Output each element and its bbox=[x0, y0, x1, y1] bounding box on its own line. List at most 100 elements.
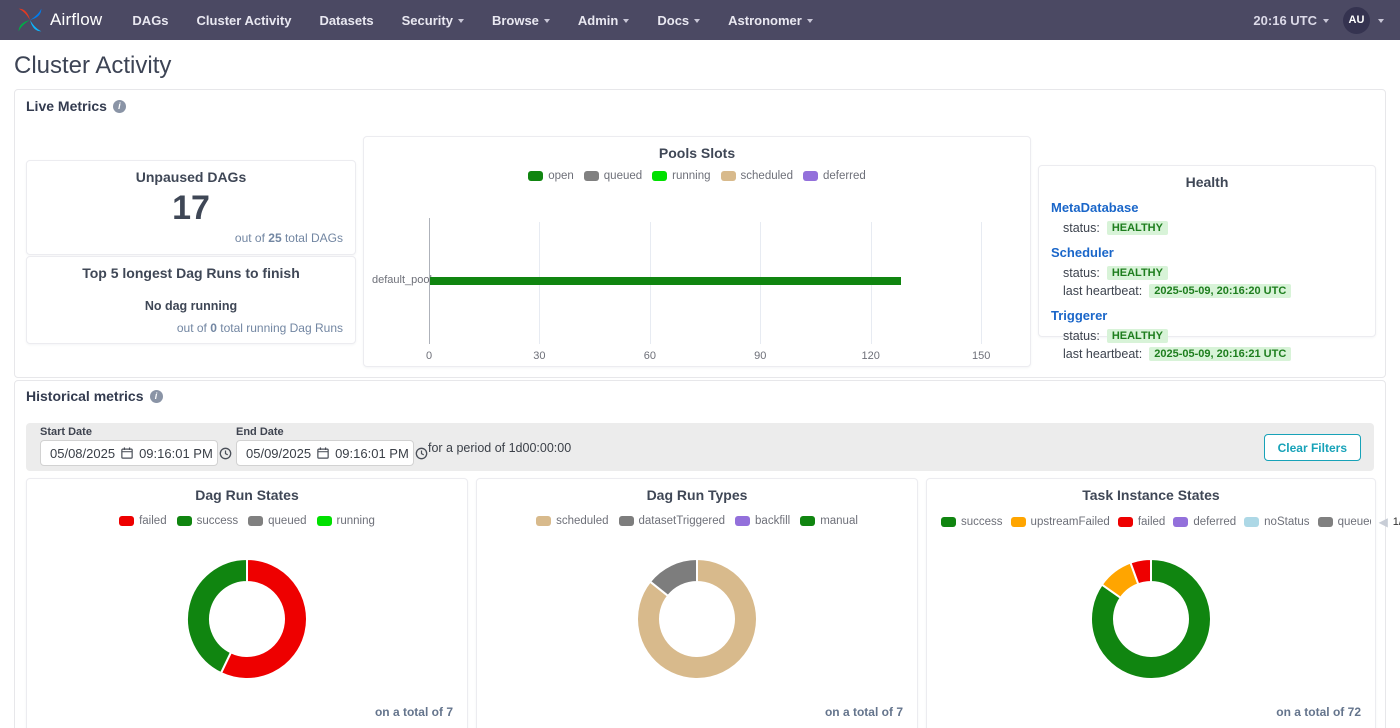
start-date-value: 05/08/2025 bbox=[50, 446, 115, 461]
health-list: MetaDatabase status: HEALTHY Scheduler statu… bbox=[1039, 199, 1375, 361]
legend-label: scheduled bbox=[741, 170, 793, 182]
legend-item-queued[interactable]: queued bbox=[1318, 516, 1371, 528]
no-dag-running-message: No dag running bbox=[27, 299, 355, 313]
legend-item-open[interactable]: open bbox=[528, 170, 574, 182]
calendar-icon[interactable] bbox=[317, 447, 329, 459]
unpaused-dags-value: 17 bbox=[27, 189, 355, 227]
legend-item-scheduled[interactable]: scheduled bbox=[721, 170, 793, 182]
nav-item-docs[interactable]: Docs bbox=[657, 13, 700, 28]
legend-swatch bbox=[528, 171, 543, 181]
out-of-label: out of bbox=[235, 231, 265, 245]
dag-run-states-title: Dag Run States bbox=[27, 487, 467, 503]
legend-swatch bbox=[1011, 517, 1026, 527]
clear-filters-button[interactable]: Clear Filters bbox=[1264, 434, 1361, 461]
legend-swatch bbox=[803, 171, 818, 181]
legend-label: queued bbox=[604, 170, 642, 182]
airflow-brand[interactable]: Airflow bbox=[16, 6, 102, 34]
status-badge: HEALTHY bbox=[1107, 329, 1168, 343]
legend-item-scheduled[interactable]: scheduled bbox=[536, 515, 608, 527]
dag-run-types-legend: scheduled datasetTriggered backfill manual bbox=[477, 515, 917, 527]
status-label: status: bbox=[1063, 266, 1100, 280]
legend-label: upstreamFailed bbox=[1031, 516, 1110, 528]
status-label: status: bbox=[1063, 329, 1100, 343]
live-metrics-section: Live Metrics i Unpaused DAGs 17 out of 2… bbox=[14, 89, 1386, 378]
x-tick-label: 0 bbox=[426, 350, 432, 362]
timezone-selector[interactable]: 20:16 UTC bbox=[1253, 13, 1329, 28]
task-instance-states-card: Task Instance States successupstreamFail… bbox=[926, 478, 1376, 728]
legend-item-datasettriggered[interactable]: datasetTriggered bbox=[619, 515, 726, 527]
legend-label: failed bbox=[139, 515, 167, 527]
legend-label: running bbox=[337, 515, 375, 527]
legend-item-backfill[interactable]: backfill bbox=[735, 515, 790, 527]
info-icon[interactable]: i bbox=[113, 100, 126, 113]
legend-item-failed[interactable]: failed bbox=[1118, 516, 1166, 528]
dag-run-types-title: Dag Run Types bbox=[477, 487, 917, 503]
end-date-group: End Date 05/09/2025 09:16:01 PM bbox=[236, 426, 414, 466]
nav-item-astronomer[interactable]: Astronomer bbox=[728, 13, 813, 28]
donut-chart-dag_run_states bbox=[185, 557, 309, 681]
nav-item-cluster-activity[interactable]: Cluster Activity bbox=[197, 13, 292, 28]
nav-item-security[interactable]: Security bbox=[402, 13, 464, 28]
chevron-down-icon bbox=[623, 19, 629, 23]
legend-item-running[interactable]: running bbox=[652, 170, 710, 182]
task-instance-states-legend: success upstreamFailed failed deferred noSta… bbox=[927, 515, 1375, 529]
x-tick-label: 120 bbox=[862, 350, 880, 362]
info-icon[interactable]: i bbox=[150, 390, 163, 403]
clock-icon[interactable] bbox=[415, 447, 428, 460]
legend-item-deferred[interactable]: deferred bbox=[1173, 516, 1236, 528]
dag-run-states-legend: failed success queued running bbox=[27, 515, 467, 527]
legend-item-deferred[interactable]: deferred bbox=[803, 170, 866, 182]
total-value: 7 bbox=[896, 705, 903, 719]
health-status-row: status: HEALTHY bbox=[1051, 329, 1363, 343]
nav-item-label: Security bbox=[402, 13, 453, 28]
bar-default_pool-open[interactable] bbox=[430, 277, 901, 285]
health-link-scheduler[interactable]: Scheduler bbox=[1051, 245, 1114, 260]
start-date-input[interactable]: 05/08/2025 09:16:01 PM bbox=[40, 440, 218, 466]
start-date-group: Start Date 05/08/2025 09:16:01 PM bbox=[40, 426, 218, 466]
legend-item-nostatus[interactable]: noStatus bbox=[1244, 516, 1309, 528]
total-value: 7 bbox=[446, 705, 453, 719]
nav-item-label: Astronomer bbox=[728, 13, 802, 28]
dag-run-types-card: Dag Run Types scheduled datasetTriggered b… bbox=[476, 478, 918, 728]
legend-item-running[interactable]: running bbox=[317, 515, 375, 527]
legend-item-upstreamfailed[interactable]: upstreamFailed bbox=[1011, 516, 1110, 528]
donut-chart-dag_run_types bbox=[635, 557, 759, 681]
legend-swatch bbox=[1244, 517, 1259, 527]
legend-prev-button[interactable]: ◀ bbox=[1379, 515, 1388, 529]
chevron-down-icon bbox=[544, 19, 550, 23]
nav-item-admin[interactable]: Admin bbox=[578, 13, 629, 28]
user-menu[interactable]: AU bbox=[1343, 7, 1384, 34]
legend-item-manual[interactable]: manual bbox=[800, 515, 858, 527]
clock-icon[interactable] bbox=[219, 447, 232, 460]
nav-item-dags[interactable]: DAGs bbox=[132, 13, 168, 28]
legend-label: success bbox=[961, 516, 1003, 528]
legend-item-queued[interactable]: queued bbox=[584, 170, 642, 182]
nav-menu: DAGs Cluster Activity Datasets Security Brow… bbox=[132, 13, 812, 28]
chevron-down-icon bbox=[694, 19, 700, 23]
donut-chart-task_instance_states bbox=[1089, 557, 1213, 681]
health-component-triggerer: Triggererstatus:HEALTHYlast heartbeat:20… bbox=[1051, 307, 1363, 361]
end-date-input[interactable]: 05/09/2025 09:16:01 PM bbox=[236, 440, 414, 466]
x-tick-label: 60 bbox=[644, 350, 656, 362]
historical-metrics-section: Historical metrics i Start Date 05/08/20… bbox=[14, 380, 1386, 728]
total-label: on a total of bbox=[1276, 705, 1344, 719]
legend-item-success[interactable]: success bbox=[941, 516, 1003, 528]
health-link-triggerer[interactable]: Triggerer bbox=[1051, 308, 1107, 323]
total-label: on a total of bbox=[825, 705, 893, 719]
top-navbar: Airflow DAGs Cluster Activity Datasets Secu… bbox=[0, 0, 1400, 40]
calendar-icon[interactable] bbox=[121, 447, 133, 459]
historical-metrics-heading: Historical metrics i bbox=[26, 388, 163, 404]
unpaused-dags-total: out of 25 total DAGs bbox=[235, 231, 343, 245]
legend-item-failed[interactable]: failed bbox=[119, 515, 167, 527]
total-running-count: 0 bbox=[210, 321, 217, 335]
heartbeat-label: last heartbeat: bbox=[1063, 347, 1142, 361]
nav-item-datasets[interactable]: Datasets bbox=[319, 13, 373, 28]
legend-label: datasetTriggered bbox=[639, 515, 726, 527]
legend-item-queued[interactable]: queued bbox=[248, 515, 306, 527]
nav-item-browse[interactable]: Browse bbox=[492, 13, 550, 28]
health-link-metadatabase[interactable]: MetaDatabase bbox=[1051, 200, 1138, 215]
legend-item-success[interactable]: success bbox=[177, 515, 239, 527]
nav-item-label: Cluster Activity bbox=[197, 13, 292, 28]
airflow-logo-icon bbox=[16, 6, 44, 34]
historical-metrics-heading-label: Historical metrics bbox=[26, 388, 144, 404]
